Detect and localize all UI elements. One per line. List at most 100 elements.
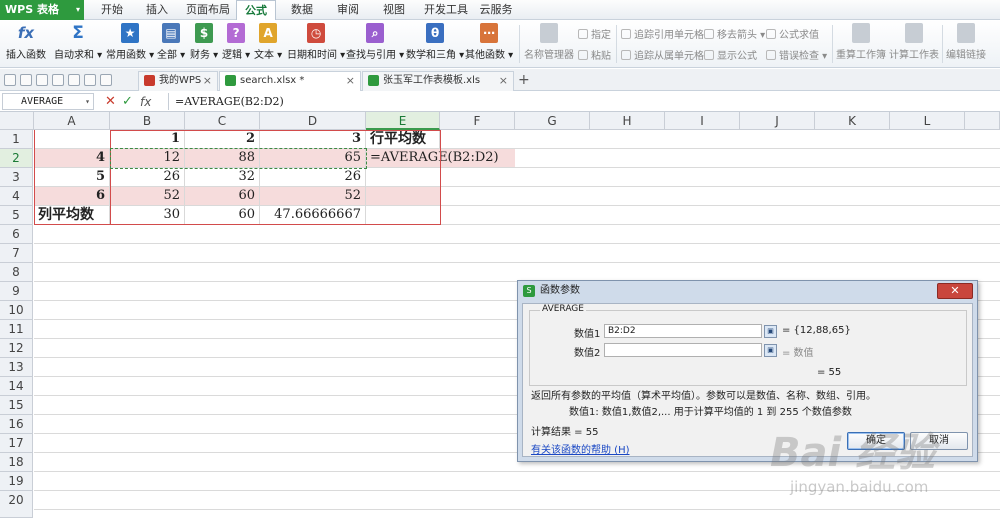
cell-a2[interactable]: 4 [34,149,110,168]
autosum-button[interactable]: Σ 自动求和 ▾ [54,23,102,61]
row-header-15[interactable]: 15 [0,396,33,415]
tab-review[interactable]: 审阅 [330,0,366,20]
collapse-dialog-icon[interactable]: ▣ [764,344,777,357]
row-header-3[interactable]: 3 [0,168,33,187]
row-header-1[interactable]: 1 [0,130,33,149]
column-header-e[interactable]: E [366,112,440,130]
row-header-9[interactable]: 9 [0,282,33,301]
insert-function-button[interactable]: fx 插入函数 [6,23,46,61]
logic-button[interactable]: ? 逻辑 ▾ [222,23,250,61]
column-header-l[interactable]: L [890,112,965,130]
dialog-title-bar[interactable]: S 函数参数 [518,281,977,301]
specify-button[interactable]: 指定 [578,26,611,41]
column-header-a[interactable]: A [34,112,110,130]
row-header-2[interactable]: 2 [0,149,33,168]
close-icon[interactable]: × [203,72,212,90]
chevron-down-icon[interactable]: ▾ [85,94,90,109]
cell-e1[interactable]: 行平均数 [366,130,440,149]
row-header-18[interactable]: 18 [0,453,33,472]
column-header-j[interactable]: J [740,112,815,130]
redo-icon[interactable] [84,74,96,86]
cell-c1[interactable]: 2 [185,130,260,149]
tab-formula[interactable]: 公式 [236,0,276,21]
row-header-6[interactable]: 6 [0,225,33,244]
column-header-d[interactable]: D [260,112,366,130]
close-button[interactable]: ✕ [937,283,973,299]
recalc-workbook-button[interactable]: 重算工作簿 [836,23,886,61]
cell-b4[interactable]: 52 [110,187,185,206]
tab-developer[interactable]: 开发工具 [420,0,472,20]
row-header-20[interactable]: 20 [0,491,33,518]
column-header-k[interactable]: K [815,112,890,130]
column-header-c[interactable]: C [185,112,260,130]
evaluate-formula-button[interactable]: 公式求值 [766,26,819,41]
new-tab-icon[interactable]: + [518,72,530,88]
column-header-h[interactable]: H [590,112,665,130]
app-menu-button[interactable]: WPS 表格 ▾ [0,0,84,20]
cell-c2[interactable]: 88 [185,149,260,168]
cell-d5[interactable]: 47.66666667 [260,206,366,225]
row-header-7[interactable]: 7 [0,244,33,263]
open-icon[interactable] [4,74,16,86]
formula-input[interactable]: =AVERAGE(B2:D2) [168,93,998,110]
row-header-17[interactable]: 17 [0,434,33,453]
cell-a3[interactable]: 5 [34,168,110,187]
all-functions-button[interactable]: ▤ 全部 ▾ [157,23,185,61]
datetime-button[interactable]: ◷ 日期和时间 ▾ [287,23,345,61]
print-icon[interactable] [36,74,48,86]
cell-c4[interactable]: 60 [185,187,260,206]
column-header-f[interactable]: F [440,112,515,130]
trace-dependents-button[interactable]: 追踪从属单元格 [621,47,704,62]
cell-b2[interactable]: 12 [110,149,185,168]
row-header-16[interactable]: 16 [0,415,33,434]
function-help-link[interactable]: 有关该函数的帮助 (H) [531,441,630,456]
select-all-corner[interactable] [0,112,34,130]
collapse-dialog-icon[interactable]: ▣ [764,325,777,338]
row-header-12[interactable]: 12 [0,339,33,358]
save-icon[interactable] [20,74,32,86]
lookup-button[interactable]: ⌕ 查找与引用 ▾ [346,23,404,61]
cell-b3[interactable]: 26 [110,168,185,187]
math-button[interactable]: θ 数学和三角 ▾ [406,23,464,61]
remove-arrows-button[interactable]: 移去箭头 ▾ [704,26,765,41]
cell-d4[interactable]: 52 [260,187,366,206]
other-functions-button[interactable]: ⋯ 其他函数 ▾ [465,23,513,61]
preview-icon[interactable] [52,74,64,86]
calc-sheet-button[interactable]: 计算工作表 [889,23,939,61]
tab-start[interactable]: 开始 [94,0,130,20]
cell-d3[interactable]: 26 [260,168,366,187]
edit-links-button[interactable]: 编辑链接 [946,23,986,61]
doc-tab-template[interactable]: 张玉军工作表模板.xls × [362,71,514,91]
row-header-8[interactable]: 8 [0,263,33,282]
cell-c5[interactable]: 60 [185,206,260,225]
column-header-b[interactable]: B [110,112,185,130]
doc-tab-my-wps[interactable]: 我的WPS × [138,71,218,91]
cell-e2[interactable]: =AVERAGE(B2:D2) [366,149,515,168]
cell-d2[interactable]: 65 [260,149,366,168]
text-button[interactable]: A 文本 ▾ [254,23,282,61]
cell-b5[interactable]: 30 [110,206,185,225]
cell-b1[interactable]: 1 [110,130,185,149]
format-painter-icon[interactable] [100,74,112,86]
row-header-4[interactable]: 4 [0,187,33,206]
cell-a5[interactable]: 列平均数 [34,206,110,225]
row-header-14[interactable]: 14 [0,377,33,396]
doc-tab-search[interactable]: search.xlsx * × [219,71,361,91]
name-manager-button[interactable]: 名称管理器 [524,23,574,61]
accept-icon[interactable]: ✓ [122,94,133,110]
argument-1-input[interactable]: B2:D2 [604,324,762,338]
show-formula-button[interactable]: 显示公式 [704,47,757,62]
close-icon[interactable]: × [346,72,355,90]
name-box[interactable]: AVERAGE ▾ [2,93,94,110]
close-icon[interactable]: × [499,72,508,90]
row-header-19[interactable]: 19 [0,472,33,491]
cell-c3[interactable]: 32 [185,168,260,187]
cell-d1[interactable]: 3 [260,130,366,149]
finance-button[interactable]: $ 财务 ▾ [190,23,218,61]
tab-view[interactable]: 视图 [376,0,412,20]
column-header-m[interactable] [965,112,1000,130]
fx-icon[interactable]: fx [140,94,151,110]
column-header-g[interactable]: G [515,112,590,130]
row-header-5[interactable]: 5 [0,206,33,225]
common-functions-button[interactable]: ★ 常用函数 ▾ [106,23,154,61]
